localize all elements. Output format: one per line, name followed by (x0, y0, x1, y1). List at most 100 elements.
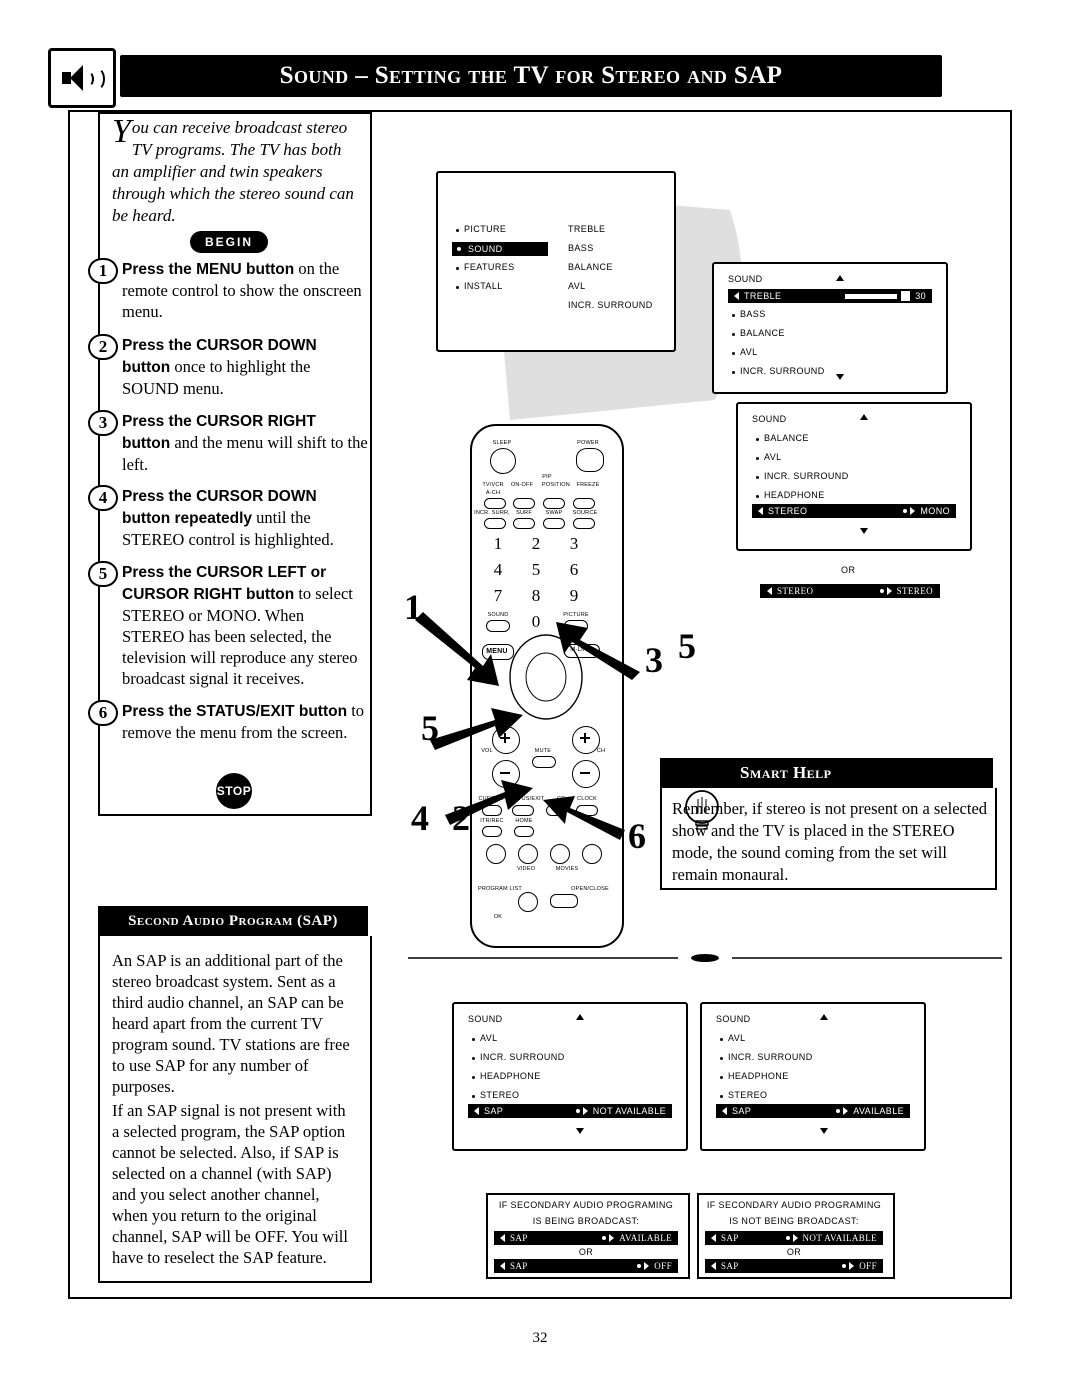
osd-or-bar-label: STEREO (777, 586, 814, 596)
remote-swap-button[interactable] (543, 518, 565, 529)
osd-sap-not-available: SOUND AVL INCR. SURROUND HEADPHONE STERE… (452, 1002, 688, 1151)
caption-right-bar2: SAP OFF (705, 1259, 883, 1273)
remote-incrsurr-button[interactable] (484, 518, 506, 529)
caption-right-bar1: SAP NOT AVAILABLE (705, 1231, 883, 1245)
osd-sap-right-avl: AVL (728, 1033, 746, 1043)
caption-left-bar1-value: AVAILABLE (619, 1233, 672, 1243)
remote-position-button[interactable] (543, 498, 565, 509)
stop-badge: STOP (216, 773, 252, 809)
sap-paragraph-1: An SAP is an additional part of the ster… (112, 951, 350, 1096)
osd-sap-left-headphone: HEADPHONE (480, 1071, 541, 1081)
osd-stereo-menu: SOUND BALANCE AVL INCR. SURROUND HEADPHO… (736, 402, 972, 551)
step-1-number: 1 (88, 258, 118, 284)
osd-sap-right-highlight: SAP AVAILABLE (716, 1104, 910, 1118)
callout-5: 5 (421, 708, 439, 748)
remote-tvvcr-button[interactable] (484, 498, 506, 509)
caption-right-bar1-label: SAP (721, 1233, 739, 1243)
osd-sap-right-incr: INCR. SURROUND (728, 1052, 813, 1062)
osd-stereo-balance: BALANCE (764, 433, 809, 443)
remote-sleep-button[interactable] (490, 448, 516, 474)
remote-label-ach: A-CH (485, 490, 501, 496)
caption-left-or: OR (578, 1247, 594, 1257)
osd-main-features: FEATURES (464, 262, 515, 272)
osd-main-sound-label: SOUND (468, 244, 503, 254)
sap-paragraph-2: If an SAP signal is not present with a s… (112, 1101, 348, 1267)
osd-or-label: OR (841, 565, 856, 575)
osd-sap-left-label: SAP (484, 1106, 504, 1116)
osd-sap-left-highlight: SAP NOT AVAILABLE (468, 1104, 672, 1118)
remote-label-freeze: FREEZE (576, 482, 600, 488)
sap-section-title: Second Audio Program (SAP) (128, 912, 338, 929)
remote-label-swap: SWAP (545, 510, 563, 516)
page-title-bar: Sound – Setting the TV for Stereo and SA… (120, 55, 942, 97)
osd-main-picture: PICTURE (464, 224, 507, 234)
caption-right-line2: IS NOT BEING BROADCAST: (729, 1216, 859, 1226)
osd-treble-value: 30 (915, 291, 926, 301)
remote-label-ok: OK (493, 914, 503, 920)
osd-main-incr-surround: INCR. SURROUND (568, 300, 653, 310)
step-1-bold: Press the MENU button (122, 261, 295, 278)
osd-treble-bass: BASS (740, 309, 766, 319)
step-3: 3 Press the CURSOR RIGHT button and the … (88, 410, 368, 475)
step-5: 5 Press the CURSOR LEFT or CURSOR RIGHT … (88, 561, 368, 689)
osd-treble-balance: BALANCE (740, 328, 785, 338)
manual-page: Sound – Setting the TV for Stereo and SA… (0, 0, 1080, 1397)
osd-sap-right-value: AVAILABLE (853, 1106, 904, 1116)
osd-main-avl: AVL (568, 281, 586, 291)
caption-left-bar2: SAP OFF (494, 1259, 678, 1273)
osd-sap-available: SOUND AVL INCR. SURROUND HEADPHONE STERE… (700, 1002, 926, 1151)
osd-main-menu: PICTURE SOUND FEATURES INSTALL TREBLE BA… (436, 171, 676, 352)
osd-treble-title: SOUND (728, 274, 763, 284)
remote-label-tvvcr: TV/VCR (482, 482, 504, 488)
step-6-text: Press the STATUS/EXIT button to remove t… (122, 700, 368, 743)
osd-stereo-headphone: HEADPHONE (764, 490, 825, 500)
remote-openclose-button[interactable] (550, 894, 578, 908)
caption-right-bar2-value: OFF (859, 1261, 877, 1271)
remote-label-openclose: OPEN/CLOSE (571, 886, 609, 892)
remote-label-power: POWER (577, 440, 599, 446)
osd-main-bass: BASS (568, 243, 594, 253)
remote-source-button[interactable] (573, 518, 595, 529)
step-4: 4 Press the CURSOR DOWN button repeatedl… (88, 485, 368, 550)
step-6: 6 Press the STATUS/EXIT button to remove… (88, 700, 368, 743)
remote-key-3[interactable]: 3 (562, 534, 586, 554)
remote-label-source: SOURCE (572, 510, 598, 516)
caption-right-bar1-value: NOT AVAILABLE (802, 1233, 877, 1243)
osd-stereo-incr-surround: INCR. SURROUND (764, 471, 849, 481)
osd-stereo-value: MONO (920, 506, 950, 516)
osd-sap-right-title: SOUND (716, 1014, 751, 1024)
intro-paragraph: You can receive broadcast stereo TV prog… (112, 115, 362, 227)
callout-3: 3 (645, 640, 663, 680)
sap-section-header: Second Audio Program (SAP) (98, 906, 368, 936)
osd-stereo-avl: AVL (764, 452, 782, 462)
caption-left-bar2-value: OFF (654, 1261, 672, 1271)
remote-onoff-button[interactable] (513, 498, 535, 509)
remote-power-button[interactable] (576, 448, 604, 472)
osd-sap-right-stereo: STEREO (728, 1090, 768, 1100)
osd-main-treble: TREBLE (568, 224, 606, 234)
osd-treble-incr-surround: INCR. SURROUND (740, 366, 825, 376)
remote-key-2[interactable]: 2 (524, 534, 548, 554)
step-5-number: 5 (88, 561, 118, 587)
step-2: 2 Press the CURSOR DOWN button once to h… (88, 334, 368, 399)
remote-freeze-button[interactable] (573, 498, 595, 509)
remote-surf-button[interactable] (513, 518, 535, 529)
step-4-text: Press the CURSOR DOWN button repeatedly … (122, 485, 368, 550)
caption-right-line1: IF SECONDARY AUDIO PROGRAMING (706, 1200, 882, 1210)
page-title: Sound – Setting the TV for Stereo and SA… (279, 62, 783, 89)
step-4-number: 4 (88, 485, 118, 511)
remote-label-onoff: ON-OFF (510, 482, 534, 488)
osd-sap-right-label: SAP (732, 1106, 752, 1116)
begin-badge: BEGIN (190, 231, 268, 253)
remote-label-pip: PIP (542, 474, 552, 480)
remote-key-1[interactable]: 1 (486, 534, 510, 554)
callout-2: 2 (452, 798, 470, 838)
osd-main-sound-highlight: SOUND (452, 242, 548, 256)
osd-sap-left-value: NOT AVAILABLE (592, 1106, 666, 1116)
osd-sap-left-avl: AVL (480, 1033, 498, 1043)
remote-pause-button[interactable] (518, 892, 538, 912)
step-1-text: Press the MENU button on the remote cont… (122, 258, 368, 322)
caption-left-bar1: SAP AVAILABLE (494, 1231, 678, 1245)
step-6-number: 6 (88, 700, 118, 726)
callout-1: 1 (404, 587, 422, 627)
